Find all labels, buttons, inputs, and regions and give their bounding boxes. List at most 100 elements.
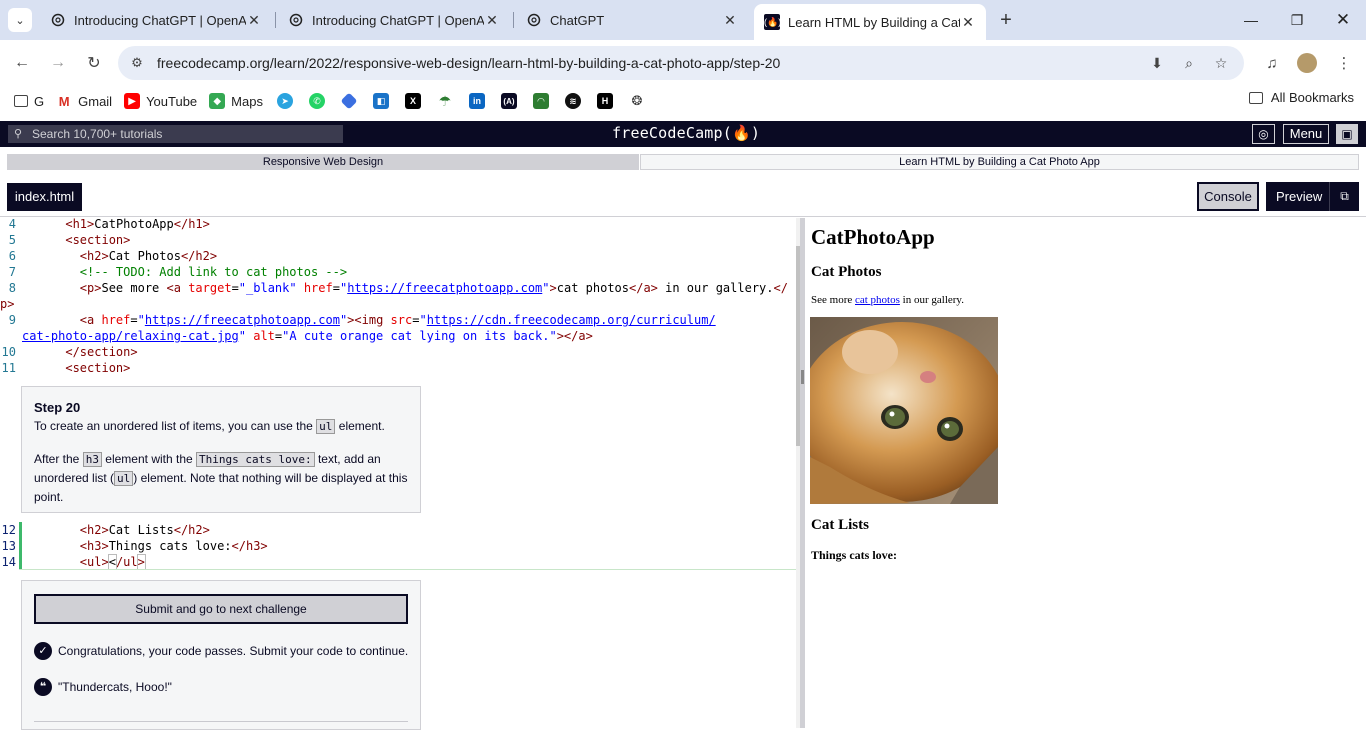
site-info-icon[interactable]: ⚙ [128,54,146,72]
install-app-icon[interactable]: ⬇ [1148,54,1166,72]
bookmark-x[interactable]: X [397,88,429,114]
all-bookmarks-label: All Bookmarks [1270,90,1354,105]
url-text[interactable]: freecodecamp.org/learn/2022/responsive-w… [157,55,780,71]
bookmark-gmail[interactable]: M Gmail [50,88,118,114]
tab-search-button[interactable]: ⌄ [8,8,32,32]
reload-button[interactable]: ↻ [82,51,106,75]
back-button[interactable]: ← [10,51,34,75]
close-icon[interactable]: ✕ [484,12,500,29]
code-text: p> [0,297,15,311]
code-line[interactable]: 9 <a href="https://freecatphotoapp.com">… [0,312,800,328]
bookmark-hackernoon[interactable]: H [589,88,621,114]
linkedin-icon: in [468,93,485,109]
code-text: cat-photo-app/relaxing-cat.jpg" alt="A c… [22,329,593,343]
code-line-wrap[interactable]: cat-photo-app/relaxing-cat.jpg" alt="A c… [0,328,800,344]
back-arrow-icon: ← [14,54,30,71]
android-icon: ◠ [532,93,549,109]
zoom-icon[interactable]: ⌕ [1180,54,1198,72]
preview-button[interactable]: Preview ⧉ [1266,182,1359,211]
bookmark-telegram[interactable]: ➤ [269,88,301,114]
tab-title: ChatGPT [550,12,605,28]
browser-tab-4-active[interactable]: (🔥) Learn HTML by Building a Cat Photo A… [754,4,986,40]
bookmark-freecodecamp[interactable]: (A) [493,88,525,114]
bookmark-whatsapp[interactable]: ✆ [301,88,333,114]
code-line[interactable]: 8 <p>See more <a target="_blank" href="h… [0,280,800,296]
browser-tab-3[interactable]: ChatGPT ✕ [516,0,748,40]
profile-avatar[interactable] [1297,53,1317,73]
code-line[interactable]: 7 <!-- TODO: Add link to cat photos --> [0,264,800,280]
close-icon[interactable]: ✕ [722,12,738,29]
app-icon [340,92,358,110]
quote-message: ❝ "Thundercats, Hooo!" [34,678,172,696]
new-tab-button[interactable]: + [994,8,1018,32]
bookmark-outlook[interactable]: ◧ [365,88,397,114]
code-line-wrap[interactable]: p> [0,296,800,312]
code-line[interactable]: 5 <section> [0,232,800,248]
user-icon: ▣ [1341,127,1353,141]
folder-icon [1248,91,1263,104]
cat-photo-image[interactable] [810,317,998,504]
gmail-icon: M [56,93,73,109]
bookmark-chatgpt[interactable]: ❂ [621,88,653,114]
bookmark-app[interactable] [333,88,365,114]
browser-tab-1[interactable]: Introducing ChatGPT | OpenAI ✕ [40,0,272,40]
bookmark-label: YouTube [146,93,198,109]
bookmark-star-icon[interactable]: ☆ [1212,54,1230,72]
search-input[interactable]: ⚲ Search 10,700+ tutorials [8,125,343,143]
code-line[interactable]: 10 </section> [0,344,800,360]
bookmarks-bar: G M Gmail ▶ YouTube ◆ Maps ➤ ✆ ◧ X ☂ in … [0,86,1366,116]
app-icon: ☂ [438,92,452,109]
close-window-button[interactable]: ✕ [1320,0,1366,40]
resize-grip-icon[interactable] [801,370,804,384]
line-number: 14 [1,555,16,569]
step-description: Step 20 To create an unordered list of i… [21,386,421,513]
browser-tab-2[interactable]: Introducing ChatGPT | OpenAI ✕ [278,0,510,40]
console-button[interactable]: Console [1197,182,1259,211]
bookmark-label: Maps [231,93,263,109]
more-menu-icon[interactable]: ⋮ [1332,51,1356,75]
close-icon[interactable]: ✕ [960,14,976,31]
code-line[interactable]: 6 <h2>Cat Photos</h2> [0,248,800,264]
close-icon: ✕ [1335,10,1351,29]
bookmark-spotify[interactable]: ≋ [557,88,589,114]
bookmark-maps[interactable]: ◆ Maps [203,88,269,114]
quote-text: "Thundercats, Hooo!" [58,680,172,694]
forward-button[interactable]: → [46,51,70,75]
editor-toolbar: index.html Console Preview ⧉ [0,177,1366,217]
restore-button[interactable]: ❐ [1274,0,1320,40]
editable-region[interactable] [19,522,801,570]
fcc-logo[interactable]: freeCodeCamp(🔥) [612,124,760,142]
file-tab-index-html[interactable]: index.html [7,183,82,211]
preview-cat-photos-link[interactable]: cat photos [855,294,900,306]
tab-title: Introducing ChatGPT | OpenAI [312,12,484,28]
inline-code: ul [114,471,134,486]
minimize-button[interactable]: — [1228,0,1274,40]
bookmark-android[interactable]: ◠ [525,88,557,114]
breadcrumb-course[interactable]: Responsive Web Design [7,154,639,170]
popout-icon[interactable]: ⧉ [1329,182,1359,211]
line-number: 11 [1,361,16,375]
submit-button[interactable]: Submit and go to next challenge [34,594,408,624]
bookmark-folder-g[interactable]: G [8,88,50,114]
inline-code: ul [316,419,336,434]
bookmark-app-2[interactable]: ☂ [429,88,461,114]
media-control-icon[interactable]: ♫ [1260,51,1284,75]
omnibox[interactable]: ⚙ freecodecamp.org/learn/2022/responsive… [118,46,1244,80]
code-line[interactable]: 4 <h1>CatPhotoApp</h1> [0,218,800,232]
code-text: <h2>Cat Photos</h2> [79,249,218,263]
breadcrumb-project[interactable]: Learn HTML by Building a Cat Photo App [640,154,1359,170]
line-number: 6 [8,249,16,263]
forward-arrow-icon: → [50,54,66,71]
close-icon[interactable]: ✕ [246,12,262,29]
code-text: <section> [65,361,131,375]
search-icon: ⚲ [14,128,23,140]
bookmark-youtube[interactable]: ▶ YouTube [118,88,203,114]
menu-button[interactable]: Menu [1283,124,1329,144]
language-button[interactable]: ◎ [1252,124,1275,144]
preview-paragraph: See more cat photos in our gallery. [811,294,964,306]
bookmark-linkedin[interactable]: in [461,88,493,114]
preview-h2-cat-photos: Cat Photos [811,264,882,280]
user-avatar-button[interactable]: ▣ [1336,124,1358,144]
all-bookmarks[interactable]: All Bookmarks [1248,90,1354,105]
code-line[interactable]: 11 <section> [0,360,800,376]
